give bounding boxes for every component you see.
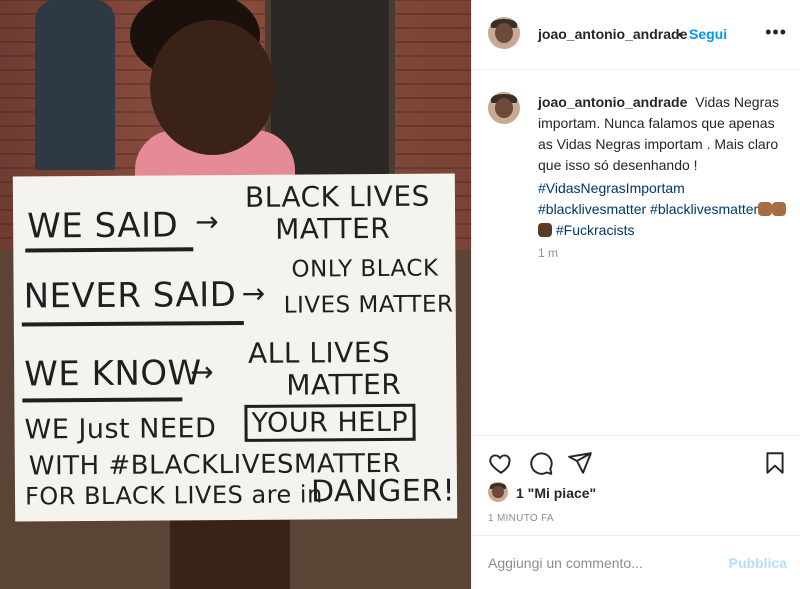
hashtag-link[interactable]: #Fuckracists	[556, 222, 635, 238]
action-bar	[472, 435, 800, 485]
avatar	[488, 482, 508, 502]
comments-area: joao_antonio_andrade Vidas Negras import…	[472, 70, 800, 435]
post-caption: joao_antonio_andrade Vidas Negras import…	[538, 92, 788, 176]
sign-text-danger: DANGER!	[310, 473, 456, 510]
sign-text-we-just-need: WE Just NEED	[24, 413, 217, 446]
bookmark-icon[interactable]	[762, 450, 788, 476]
comment-input[interactable]	[488, 553, 708, 573]
arrow-icon: →	[241, 276, 266, 310]
separator-dot: •	[678, 26, 683, 42]
sign-text-we-said: WE SAID	[27, 205, 179, 247]
sign-underline	[25, 247, 194, 253]
sign-text-never-said: NEVER SAID	[23, 274, 237, 317]
username-link[interactable]: joao_antonio_andrade	[538, 26, 687, 42]
sign-text-we-know: WE KNOW	[24, 353, 202, 395]
heart-icon[interactable]	[488, 450, 514, 476]
hashtag-link[interactable]: #blacklivesmatter	[538, 201, 646, 217]
more-options-icon[interactable]: •••	[765, 22, 787, 43]
follow-button[interactable]: Segui	[689, 26, 727, 42]
post-timestamp[interactable]: 1 MINUTO FA	[488, 513, 554, 524]
hashtag-link[interactable]: #VidasNegrasImportam	[538, 180, 685, 196]
comment-time: 1 m	[538, 246, 559, 260]
sign-text-your-help: YOUR HELP	[244, 403, 416, 442]
protest-sign: WE SAID → BLACK LIVES MATTER NEVER SAID …	[12, 173, 458, 522]
hashtag-link[interactable]: #blacklivesmatter	[650, 201, 758, 217]
caption-username-link[interactable]: joao_antonio_andrade	[538, 94, 687, 110]
post-header: joao_antonio_andrade • Segui •••	[472, 0, 800, 70]
sign-text-for-black-lives: FOR BLACK LIVES are in	[24, 480, 323, 511]
sign-text-black-lives: BLACK LIVES	[244, 179, 430, 214]
background-person	[35, 0, 115, 170]
girl-face	[150, 20, 275, 155]
sign-text-only-black: ONLY BLACK	[291, 255, 439, 283]
post-photo[interactable]: WE SAID → BLACK LIVES MATTER NEVER SAID …	[0, 0, 471, 589]
raised-fist-icon	[538, 223, 552, 237]
raised-fist-icon	[758, 202, 773, 216]
avatar[interactable]	[488, 92, 520, 124]
sign-text-all-lives: ALL LIVES	[247, 335, 391, 370]
sign-text-lives-matter: LIVES MATTER	[283, 291, 454, 319]
add-comment-bar: Pubblica	[472, 535, 800, 589]
publish-button[interactable]: Pubblica	[729, 555, 787, 571]
post-sidebar: joao_antonio_andrade • Segui ••• joao_an…	[471, 0, 800, 589]
sign-text-matter-2: MATTER	[286, 367, 402, 402]
likes-count[interactable]: 1 "Mi piace"	[516, 485, 596, 501]
girl-legs	[170, 520, 290, 589]
paper-plane-icon[interactable]	[567, 450, 593, 476]
sign-text-matter: MATTER	[275, 211, 391, 246]
sign-underline	[21, 320, 244, 327]
hashtag-list: #VidasNegrasImportam #blacklivesmatter #…	[538, 178, 788, 241]
comment-icon[interactable]	[528, 450, 554, 476]
raised-fist-icon	[772, 202, 787, 216]
sign-underline	[22, 397, 183, 403]
arrow-icon: →	[195, 205, 219, 239]
avatar[interactable]	[488, 17, 520, 49]
arrow-icon: →	[190, 355, 214, 389]
